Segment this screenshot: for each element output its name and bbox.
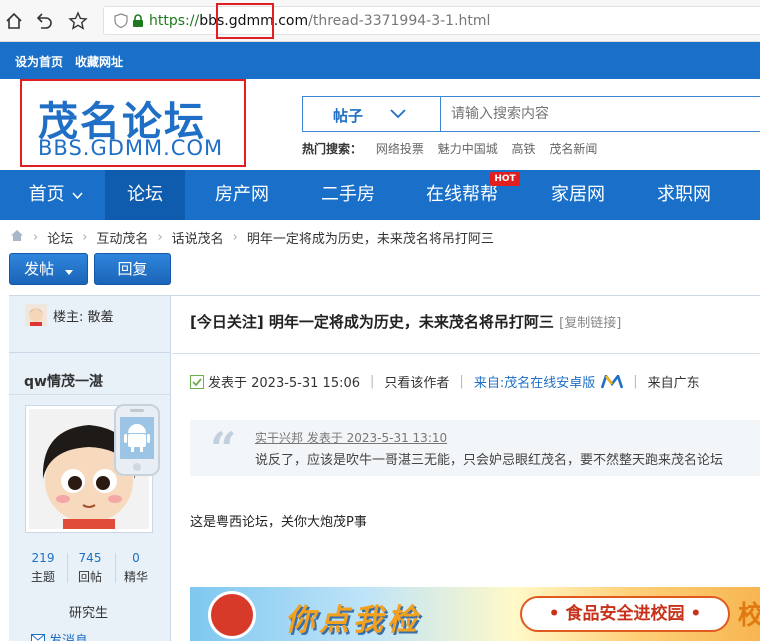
chevron-down-icon <box>72 170 83 220</box>
hot-badge: HOT <box>490 172 520 186</box>
breadcrumb: › 论坛 › 互动茂名 › 话说茂名 › 明年一定将成为历史，未来茂名将吊打阿三 <box>10 228 494 247</box>
site-logo[interactable]: 茂名论坛 BBS.GDMM.COM <box>20 79 246 167</box>
top-strip: 设为首页 收藏网址 <box>0 42 760 79</box>
reply-button[interactable]: 回复 <box>94 253 171 285</box>
breadcrumb-separator: › <box>157 230 163 245</box>
new-post-label: 发帖 <box>24 260 55 278</box>
post-time: 发表于 2023-5-31 15:06 <box>208 376 361 391</box>
android-phone-icon <box>113 403 161 477</box>
post-icon <box>190 374 204 389</box>
search-type-label: 帖子 <box>333 107 364 125</box>
banner-pill: • 食品安全进校园 • <box>520 596 730 632</box>
hot-search-item[interactable]: 网络投票 <box>376 142 424 156</box>
set-home-link[interactable]: 设为首页 <box>15 53 63 70</box>
op-label: 楼主: 散羞 <box>53 310 114 325</box>
hot-search-row: 热门搜索： 网络投票 魅力中国城 高铁 茂名新闻 <box>302 140 607 157</box>
post-location: 来自广东 <box>647 376 700 391</box>
domain-highlight-box <box>216 3 274 39</box>
quote-author[interactable]: 实干兴邦 发表于 2023-5-31 13:10 <box>255 429 447 446</box>
home-icon[interactable] <box>2 9 26 33</box>
post-body: 这是粤西论坛，关你大炮茂P事 <box>190 515 367 530</box>
nav-home-label: 首页 <box>28 184 65 205</box>
divider <box>172 353 760 354</box>
browser-toolbar: https://bbs.gdmm.com/thread-3371994-3-1.… <box>0 0 760 42</box>
lock-icon <box>132 14 144 32</box>
logo-en: BBS.GDMM.COM <box>38 136 224 160</box>
quote-text: 说反了，应该是吹牛一哥湛三无能，只会妒忌眼红茂名，要不然整天跑来茂名论坛 <box>255 453 724 468</box>
stat-digest[interactable]: 0 精华 <box>114 551 158 585</box>
star-icon[interactable] <box>66 9 90 33</box>
post-content: [今日关注] 明年一定将成为历史，未来茂名将吊打阿三 [复制链接] 发表于 20… <box>172 296 760 641</box>
back-icon[interactable] <box>32 9 56 33</box>
post-area: 楼主: 散羞 qw情茂一湛 219 主题 745 回帖 0 精华 研究生 [今日… <box>9 295 760 641</box>
url-path: /thread-3371994-3-1.html <box>308 13 491 29</box>
hot-search-item[interactable]: 魅力中国城 <box>438 142 498 156</box>
nav-item-home[interactable]: 首页 <box>18 170 94 220</box>
thread-title-row: [今日关注] 明年一定将成为历史，未来茂名将吊打阿三 [复制链接] <box>190 311 621 332</box>
chevron-down-icon <box>389 105 407 125</box>
breadcrumb-interactive[interactable]: 互动茂名 <box>96 228 148 247</box>
stat-topics-count: 219 <box>31 551 55 565</box>
banner-tail: 校 <box>738 601 760 631</box>
thread-title: [今日关注] 明年一定将成为历史，未来茂名将吊打阿三 <box>190 313 554 331</box>
nav-item-property[interactable]: 房产网 <box>203 170 281 220</box>
search-input[interactable] <box>451 104 751 124</box>
breadcrumb-separator: › <box>232 230 238 245</box>
stat-topics-label: 主题 <box>30 570 55 584</box>
author-sidebar: 楼主: 散羞 qw情茂一湛 219 主题 745 回帖 0 精华 研究生 <box>9 296 171 641</box>
mail-icon <box>31 634 45 641</box>
nav-item-secondhand-house[interactable]: 二手房 <box>308 170 388 220</box>
stat-topics[interactable]: 219 主题 <box>21 551 65 585</box>
search-box: 帖子 <box>302 96 760 132</box>
copy-link-button[interactable]: [复制链接] <box>559 316 621 331</box>
op-avatar[interactable] <box>25 304 47 326</box>
post-meta: 发表于 2023-5-31 15:06 | 只看该作者 | 来自:茂名在线安卓版… <box>190 372 700 391</box>
url-scheme: https:// <box>149 13 200 29</box>
new-post-button[interactable]: 发帖 <box>9 253 88 285</box>
breadcrumb-board[interactable]: 话说茂名 <box>172 228 224 247</box>
breadcrumb-forum[interactable]: 论坛 <box>47 228 73 247</box>
breadcrumb-thread[interactable]: 明年一定将成为历史，未来茂名将吊打阿三 <box>247 228 494 247</box>
hot-search-title: 热门搜索： <box>302 142 363 156</box>
post-source-link[interactable]: 来自:茂名在线安卓版 <box>474 372 595 391</box>
ad-banner[interactable]: 你点我检 • 食品安全进校园 • 校 <box>190 587 760 641</box>
banner-slogan: 你点我检 <box>285 603 421 638</box>
stat-digest-count: 0 <box>132 551 140 565</box>
quote-block: “ 实干兴邦 发表于 2023-5-31 13:10 说反了，应该是吹牛一哥湛三… <box>190 420 760 476</box>
meta-separator: | <box>459 374 464 389</box>
nav-item-jobs[interactable]: 求职网 <box>645 170 723 220</box>
home-icon[interactable] <box>10 229 24 246</box>
main-nav: 首页 论坛 房产网 二手房 在线帮帮 家居网 求职网 <box>0 170 760 220</box>
author-only-link[interactable]: 只看该作者 <box>384 372 449 391</box>
breadcrumb-separator: › <box>82 230 88 245</box>
search-type-dropdown[interactable]: 帖子 <box>303 97 441 131</box>
nav-item-forum[interactable]: 论坛 <box>105 170 185 220</box>
divider <box>9 394 171 395</box>
breadcrumb-separator: › <box>33 230 39 245</box>
quote-icon: “ <box>210 422 237 476</box>
app-logo-icon <box>601 374 624 389</box>
stat-replies[interactable]: 745 回帖 <box>68 551 112 585</box>
banner-logo <box>208 591 256 639</box>
op-row: 楼主: 散羞 <box>9 296 171 353</box>
address-bar[interactable]: https://bbs.gdmm.com/thread-3371994-3-1.… <box>103 6 760 35</box>
caret-down-icon <box>64 255 73 285</box>
nav-item-home-decor[interactable]: 家居网 <box>538 170 618 220</box>
url-domain-post: .com <box>273 13 309 29</box>
url-text: https://bbs.gdmm.com/thread-3371994-3-1.… <box>149 13 490 29</box>
shield-icon <box>114 13 128 32</box>
author-username[interactable]: qw情茂一湛 <box>24 371 103 391</box>
stat-digest-label: 精华 <box>123 570 148 584</box>
hot-search-item[interactable]: 高铁 <box>512 142 536 156</box>
stat-replies-label: 回帖 <box>77 570 102 584</box>
send-message-label: 发消息 <box>49 630 88 641</box>
user-rank: 研究生 <box>69 606 109 621</box>
hot-search-item[interactable]: 茂名新闻 <box>549 142 597 156</box>
site-header: 茂名论坛 BBS.GDMM.COM 帖子 热门搜索： 网络投票 魅力中国城 高铁… <box>0 79 760 170</box>
meta-separator: | <box>633 374 638 389</box>
bookmark-link[interactable]: 收藏网址 <box>75 53 123 70</box>
stat-replies-count: 745 <box>78 551 102 565</box>
send-message-link[interactable]: 发消息 <box>31 630 88 641</box>
meta-separator: | <box>370 374 375 389</box>
